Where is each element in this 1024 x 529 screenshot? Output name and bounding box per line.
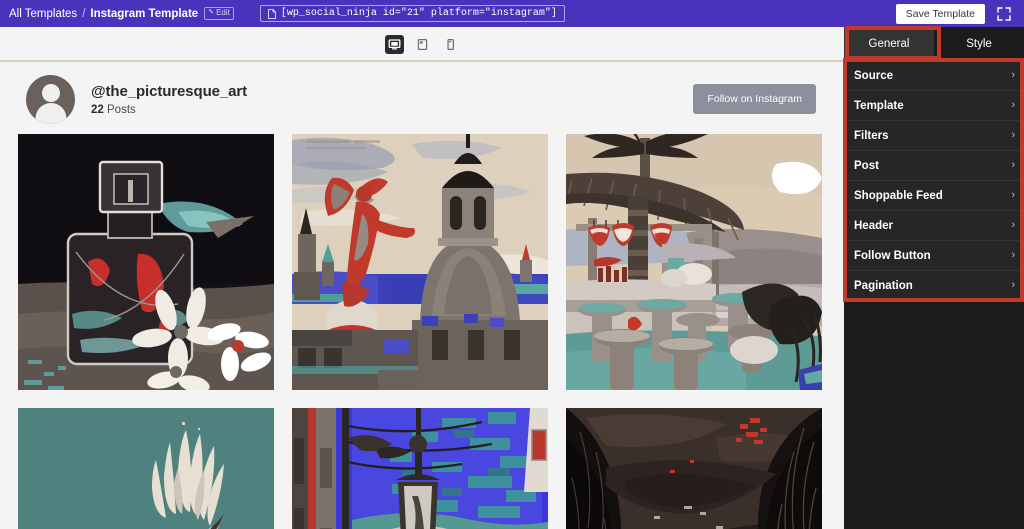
section-template[interactable]: Template › [844, 91, 1024, 121]
mobile-icon [446, 38, 454, 50]
fullscreen-icon[interactable] [997, 6, 1011, 21]
device-toggle-desktop[interactable] [384, 34, 404, 54]
tile-image [18, 134, 274, 390]
post-count-label: Posts [107, 103, 136, 116]
avatar-head [41, 83, 60, 102]
chevron-right-icon: › [1011, 99, 1015, 111]
chevron-right-icon: › [1011, 129, 1015, 141]
device-toggle-tablet[interactable] [413, 35, 432, 54]
avatar-body [35, 102, 66, 124]
chevron-right-icon: › [1011, 189, 1015, 201]
shortcode-text: [wp_social_ninja id="21" platform="insta… [280, 8, 557, 19]
tile-image [566, 408, 822, 529]
settings-sections-list: Source › Template › Filters › Post › Sho… [844, 60, 1024, 301]
section-label: Template [854, 99, 904, 112]
section-shoppable-feed[interactable]: Shoppable Feed › [844, 181, 1024, 211]
preview-canvas: @the_picturesque_art 22 Posts Follow on … [0, 62, 844, 529]
chevron-right-icon: › [1011, 69, 1015, 81]
tablet-icon [417, 38, 427, 50]
save-template-button[interactable]: Save Template [895, 3, 985, 24]
section-source[interactable]: Source › [844, 61, 1024, 91]
chevron-right-icon: › [1011, 219, 1015, 231]
breadcrumb-all-templates[interactable]: All Templates [9, 8, 77, 20]
section-label: Source [854, 69, 893, 82]
section-label: Shoppable Feed [854, 189, 943, 202]
tile-bird-wing[interactable] [18, 408, 274, 529]
post-count-value: 22 [91, 103, 104, 116]
tile-perfume-bottle[interactable] [18, 134, 274, 390]
feed-header: @the_picturesque_art 22 Posts Follow on … [0, 62, 844, 134]
tab-general[interactable]: General [844, 27, 934, 60]
section-label: Header [854, 219, 893, 232]
tile-cave-opening[interactable] [566, 408, 822, 529]
profile-handle: @the_picturesque_art [91, 82, 248, 100]
tile-image [18, 408, 274, 529]
tab-style[interactable]: Style [934, 27, 1024, 60]
section-label: Filters [854, 129, 889, 142]
top-bar: All Templates / Instagram Template ✎ Edi… [0, 0, 1024, 27]
edit-badge-label: Edit [216, 8, 230, 17]
feed-grid [0, 134, 844, 529]
chevron-right-icon: › [1011, 249, 1015, 261]
profile-post-count: 22 Posts [91, 104, 247, 116]
tile-dresden-skyline[interactable] [292, 134, 548, 390]
section-label: Pagination [854, 279, 913, 292]
section-header[interactable]: Header › [844, 211, 1024, 241]
shortcode-field[interactable]: [wp_social_ninja id="21" platform="insta… [259, 5, 565, 22]
device-toggle-mobile[interactable] [441, 35, 460, 54]
tile-image [566, 134, 822, 390]
tile-street-lamp[interactable] [292, 408, 548, 529]
section-post[interactable]: Post › [844, 151, 1024, 181]
chevron-right-icon: › [1011, 279, 1015, 291]
edit-template-button[interactable]: ✎ Edit [204, 7, 234, 20]
top-bar-actions: Save Template [895, 3, 1015, 24]
chevron-right-icon: › [1011, 159, 1015, 171]
profile-text: @the_picturesque_art 22 Posts [91, 83, 247, 116]
app-root: All Templates / Instagram Template ✎ Edi… [0, 0, 1024, 529]
desktop-icon [388, 38, 400, 49]
section-filters[interactable]: Filters › [844, 121, 1024, 151]
panel-tabs: General Style [844, 27, 1024, 60]
section-label: Follow Button [854, 249, 931, 262]
settings-panel: General Style Source › Template › Filter… [844, 27, 1024, 529]
section-follow-button[interactable]: Follow Button › [844, 241, 1024, 271]
breadcrumb-current-template: Instagram Template [90, 7, 199, 20]
section-pagination[interactable]: Pagination › [844, 271, 1024, 301]
pencil-icon: ✎ [208, 8, 215, 16]
document-icon [267, 8, 276, 19]
breadcrumb-separator: / [82, 7, 86, 20]
follow-on-instagram-button[interactable]: Follow on Instagram [693, 84, 816, 114]
tile-image [292, 408, 548, 529]
tile-beach-bar[interactable] [566, 134, 822, 390]
device-preview-toolbar [0, 27, 844, 61]
section-label: Post [854, 159, 879, 172]
avatar [26, 74, 75, 124]
tile-image [292, 134, 548, 390]
